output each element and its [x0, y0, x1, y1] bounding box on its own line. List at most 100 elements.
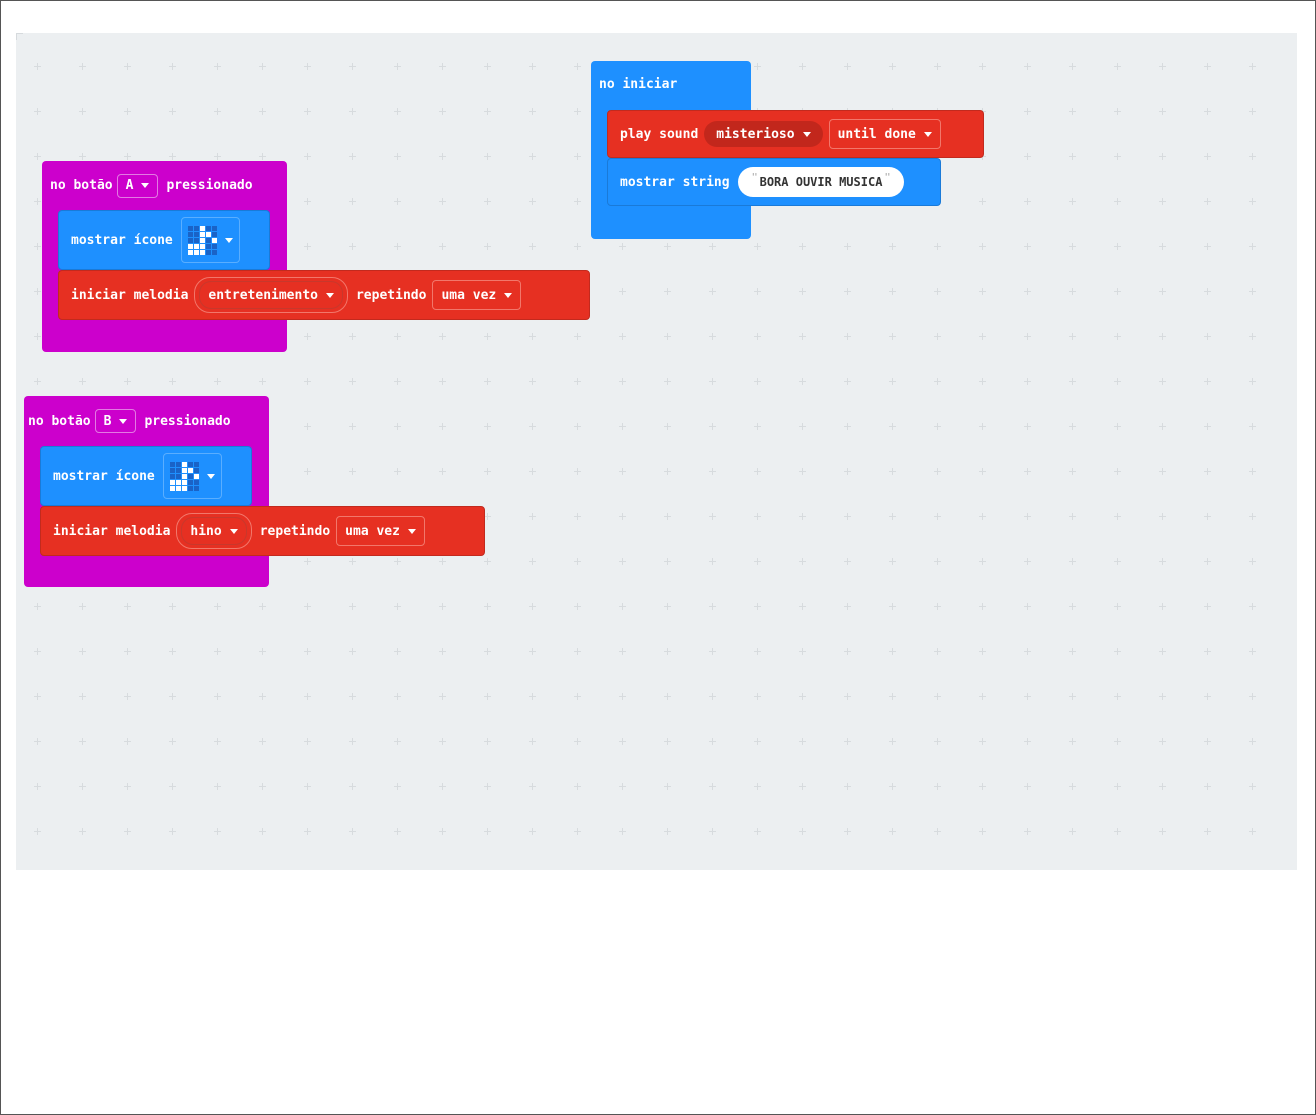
grid-plus-marker [979, 828, 986, 835]
button-b-dropdown[interactable]: B [94, 409, 137, 433]
grid-plus-marker [709, 558, 716, 565]
grid-plus-marker [214, 648, 221, 655]
play-sound-block[interactable]: play sound misterioso until done [607, 110, 984, 158]
grid-plus-marker [214, 828, 221, 835]
grid-plus-marker [349, 63, 356, 70]
grid-plus-marker [79, 783, 86, 790]
grid-plus-marker [394, 783, 401, 790]
grid-plus-marker [934, 603, 941, 610]
melody-a-dropdown[interactable]: entretenimento [194, 277, 348, 313]
grid-plus-marker [619, 693, 626, 700]
grid-plus-marker [1249, 243, 1256, 250]
grid-plus-marker [1024, 558, 1031, 565]
button-a-dropdown[interactable]: A [116, 173, 159, 198]
repeat-a-dropdown[interactable]: uma vez [432, 280, 522, 310]
show-icon-b-block[interactable]: mostrar ícone [40, 446, 252, 506]
grid-plus-marker [619, 243, 626, 250]
grid-plus-marker [1159, 333, 1166, 340]
grid-plus-marker [529, 558, 536, 565]
grid-plus-marker [304, 108, 311, 115]
grid-plus-marker [439, 108, 446, 115]
grid-plus-marker [484, 783, 491, 790]
grid-plus-marker [304, 783, 311, 790]
chevron-down-icon [802, 131, 811, 137]
grid-plus-marker [574, 198, 581, 205]
icon-b-dropdown[interactable] [162, 453, 222, 499]
grid-plus-marker [214, 378, 221, 385]
grid-plus-marker [979, 648, 986, 655]
grid-plus-marker [1024, 198, 1031, 205]
grid-plus-marker [1204, 783, 1211, 790]
grid-plus-marker [529, 63, 536, 70]
grid-plus-marker [709, 783, 716, 790]
grid-plus-marker [1114, 423, 1121, 430]
repeat-b-dropdown[interactable]: uma vez [336, 516, 425, 546]
show-string-block[interactable]: mostrar string " BORA OUVIR MUSICA " [607, 158, 941, 206]
grid-plus-marker [709, 423, 716, 430]
grid-plus-marker [574, 333, 581, 340]
grid-plus-marker [169, 63, 176, 70]
show-icon-a-block[interactable]: mostrar ícone [58, 210, 270, 270]
grid-plus-marker [1069, 153, 1076, 160]
grid-plus-marker [754, 513, 761, 520]
grid-plus-marker [1204, 63, 1211, 70]
grid-plus-marker [1069, 783, 1076, 790]
grid-plus-marker [394, 603, 401, 610]
grid-plus-marker [484, 648, 491, 655]
grid-plus-marker [574, 603, 581, 610]
grid-plus-marker [889, 738, 896, 745]
grid-plus-marker [1114, 738, 1121, 745]
grid-plus-marker [214, 783, 221, 790]
grid-plus-marker [619, 558, 626, 565]
grid-plus-marker [799, 468, 806, 475]
grid-plus-marker [124, 108, 131, 115]
sound-dropdown[interactable]: misterioso [704, 121, 823, 147]
blocks-workspace[interactable]: no iniciar play sound misterioso until d… [16, 33, 1297, 870]
grid-plus-marker [934, 828, 941, 835]
grid-plus-marker [934, 333, 941, 340]
grid-plus-marker [1024, 423, 1031, 430]
sound-mode-dropdown[interactable]: until done [828, 119, 941, 149]
grid-plus-marker [844, 693, 851, 700]
grid-plus-marker [1069, 648, 1076, 655]
grid-plus-marker [889, 513, 896, 520]
show-icon-a-label: mostrar ícone [71, 232, 173, 248]
chevron-down-icon [119, 418, 128, 424]
grid-plus-marker [79, 648, 86, 655]
grid-plus-marker [394, 108, 401, 115]
grid-plus-marker [349, 603, 356, 610]
grid-plus-marker [574, 468, 581, 475]
grid-plus-marker [79, 738, 86, 745]
grid-plus-marker [529, 333, 536, 340]
grid-plus-marker [799, 828, 806, 835]
melody-b-dropdown[interactable]: hino [176, 513, 252, 549]
grid-plus-marker [1114, 558, 1121, 565]
grid-plus-marker [709, 378, 716, 385]
grid-plus-marker [124, 153, 131, 160]
grid-plus-marker [439, 693, 446, 700]
grid-plus-marker [799, 243, 806, 250]
string-input[interactable]: " BORA OUVIR MUSICA " [737, 167, 905, 197]
grid-plus-marker [529, 108, 536, 115]
grid-plus-marker [799, 513, 806, 520]
grid-plus-marker [259, 648, 266, 655]
grid-plus-marker [394, 423, 401, 430]
grid-plus-marker [304, 198, 311, 205]
grid-plus-marker [1024, 738, 1031, 745]
grid-plus-marker [169, 378, 176, 385]
grid-plus-marker [799, 603, 806, 610]
grid-plus-marker [1114, 468, 1121, 475]
grid-plus-marker [979, 783, 986, 790]
grid-plus-marker [79, 828, 86, 835]
grid-plus-marker [1204, 288, 1211, 295]
play-sound-label: play sound [620, 126, 699, 142]
melody-b-block[interactable]: iniciar melodia hino repetindo uma vez [40, 506, 485, 556]
grid-plus-marker [844, 468, 851, 475]
grid-plus-marker [124, 603, 131, 610]
grid-plus-marker [349, 108, 356, 115]
icon-a-dropdown[interactable] [180, 217, 240, 263]
grid-plus-marker [1114, 153, 1121, 160]
melody-a-block[interactable]: iniciar melodia entretenimento repetindo… [58, 270, 590, 320]
eighth-note-icon [187, 225, 217, 255]
grid-plus-marker [1024, 648, 1031, 655]
